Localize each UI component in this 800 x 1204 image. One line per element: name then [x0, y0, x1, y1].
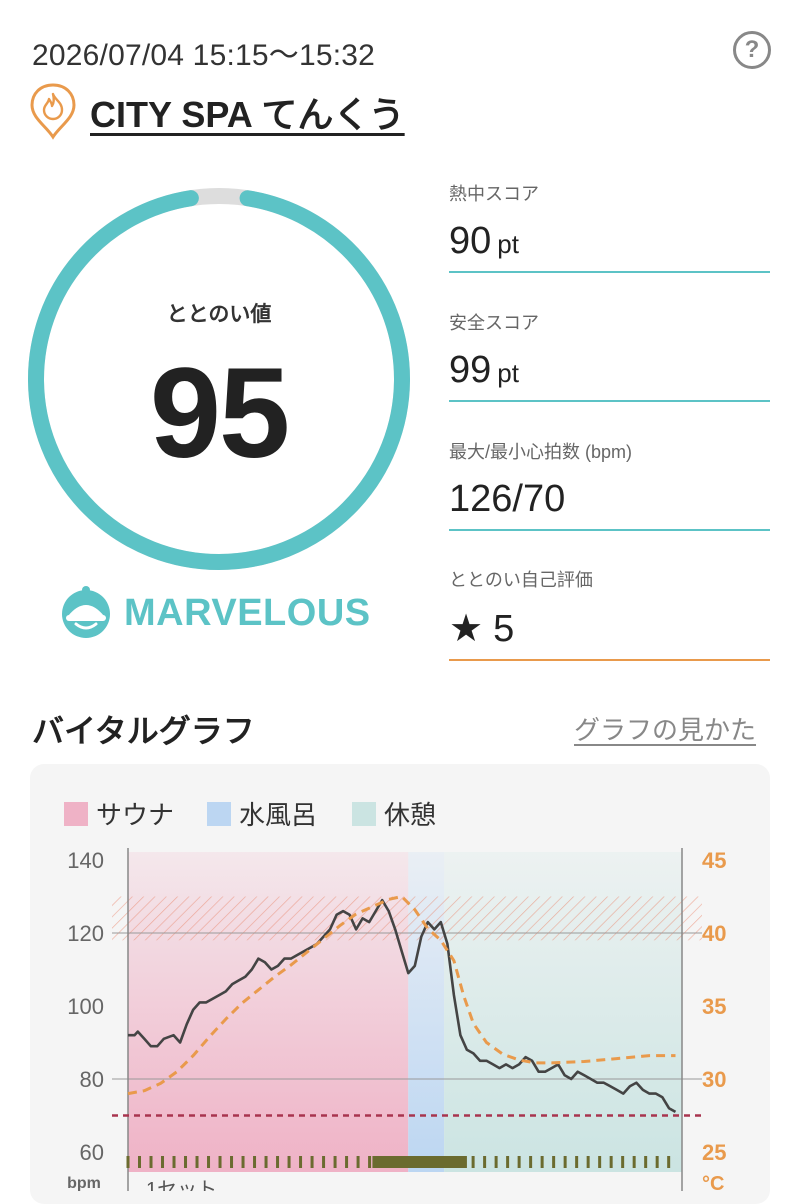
safety-score-stat: 安全スコア 99 pt — [449, 309, 770, 402]
activity-tick — [471, 1156, 475, 1168]
activity-tick — [483, 1156, 487, 1168]
y-right-tick-label: 40 — [702, 921, 726, 946]
focus-score-value: 90 pt — [449, 220, 770, 263]
y-right-tick-label: 30 — [702, 1067, 726, 1092]
activity-tick — [356, 1156, 360, 1168]
y-left-tick-label: 80 — [80, 1067, 104, 1092]
activity-tick — [540, 1156, 544, 1168]
activity-tick — [563, 1156, 567, 1168]
activity-tick — [644, 1156, 648, 1168]
rank-label: MARVELOUS — [124, 592, 371, 634]
help-icon[interactable]: ? — [733, 31, 771, 69]
divider — [449, 271, 770, 273]
activity-tick — [299, 1156, 303, 1168]
focus-score-unit: pt — [497, 229, 519, 259]
divider — [449, 659, 770, 661]
legend-label: 水風呂 — [239, 800, 318, 830]
y-left-tick-label: 60 — [80, 1140, 104, 1165]
legend-rest: 休憩 — [352, 795, 436, 832]
divider — [449, 529, 770, 531]
activity-tick — [276, 1156, 280, 1168]
fire-pin-icon — [30, 83, 76, 140]
activity-tick — [667, 1156, 671, 1168]
safety-score-label: 安全スコア — [449, 313, 539, 333]
activity-tick — [333, 1156, 337, 1168]
star-icon: ★ — [449, 608, 484, 650]
safety-score-unit: pt — [497, 358, 519, 388]
activity-tick — [655, 1156, 659, 1168]
legend-label: サウナ — [96, 800, 175, 830]
activity-tick — [632, 1156, 636, 1168]
legend-sauna: サウナ — [64, 795, 174, 832]
activity-tick — [529, 1156, 533, 1168]
focus-score-label: 熱中スコア — [449, 184, 539, 204]
activity-tick — [494, 1156, 498, 1168]
activity-tick — [172, 1156, 176, 1168]
activity-tick — [586, 1156, 590, 1168]
activity-tick — [195, 1156, 199, 1168]
facility-name-link[interactable]: CITY SPA てんくう — [90, 86, 405, 138]
heart-rate-stat: 最大/最小心拍数 (bpm) 126/70 — [449, 438, 770, 531]
y-right-tick-label: 25 — [702, 1140, 726, 1165]
activity-tick — [218, 1156, 222, 1168]
activity-tick — [552, 1156, 556, 1168]
activity-tick — [138, 1156, 142, 1168]
activity-tick — [575, 1156, 579, 1168]
divider — [449, 400, 770, 402]
activity-tick — [322, 1156, 326, 1168]
activity-tick — [287, 1156, 291, 1168]
self-eval-number: 5 — [493, 608, 515, 650]
legend-cold-bath: 水風呂 — [207, 795, 317, 832]
activity-tick — [207, 1156, 211, 1168]
y-left-tick-label: 120 — [67, 921, 104, 946]
vital-graph-title: バイタルグラフ — [32, 713, 255, 749]
graph-howto-link[interactable]: グラフの見かた — [574, 710, 756, 747]
y-left-tick-label: 100 — [67, 994, 104, 1019]
vital-chart: 140 120 100 80 60 45 40 35 30 25 bpm °C 1セット — [67, 848, 726, 1191]
score-label: ととのい値 — [166, 303, 272, 326]
activity-tick — [241, 1156, 245, 1168]
safety-score-value: 99 pt — [449, 349, 770, 392]
focus-score-number: 90 — [449, 220, 492, 262]
activity-tick — [506, 1156, 510, 1168]
score-value: 95 — [149, 342, 290, 485]
y-right-tick-label: 45 — [702, 848, 726, 873]
y-right-tick-label: 35 — [702, 994, 726, 1019]
legend-swatch-rest — [352, 801, 376, 826]
sauna-hat-icon — [62, 586, 110, 638]
activity-tick — [609, 1156, 613, 1168]
activity-tick — [230, 1156, 234, 1168]
legend-swatch-cold-bath — [207, 801, 231, 826]
activity-tick — [253, 1156, 257, 1168]
activity-tick — [310, 1156, 314, 1168]
self-eval-label: ととのい自己評価 — [449, 570, 593, 590]
activity-tick — [598, 1156, 602, 1168]
self-eval-stat[interactable]: ととのい自己評価 ★ 5 — [449, 566, 770, 661]
set-label: 1セット — [146, 1179, 217, 1191]
legend-label: 休憩 — [384, 800, 437, 830]
activity-block — [372, 1156, 467, 1168]
activity-tick — [264, 1156, 268, 1168]
legend-swatch-sauna — [64, 801, 88, 826]
activity-tick — [345, 1156, 349, 1168]
safety-score-number: 99 — [449, 349, 492, 391]
self-eval-value: ★ 5 — [449, 606, 770, 651]
heart-rate-label: 最大/最小心拍数 (bpm) — [449, 442, 633, 462]
y-left-tick-label: 140 — [67, 848, 104, 873]
y-right-unit: °C — [702, 1173, 724, 1191]
activity-tick — [368, 1156, 372, 1168]
activity-tick — [621, 1156, 625, 1168]
activity-tick — [126, 1156, 130, 1168]
activity-tick — [517, 1156, 521, 1168]
activity-tick — [161, 1156, 165, 1168]
focus-score-stat: 熱中スコア 90 pt — [449, 180, 770, 273]
heart-rate-value: 126/70 — [449, 478, 566, 520]
session-datetime: 2026/07/04 15:15～15:32 — [32, 39, 376, 72]
y-left-unit: bpm — [67, 1175, 101, 1191]
activity-tick — [149, 1156, 153, 1168]
activity-tick — [184, 1156, 188, 1168]
